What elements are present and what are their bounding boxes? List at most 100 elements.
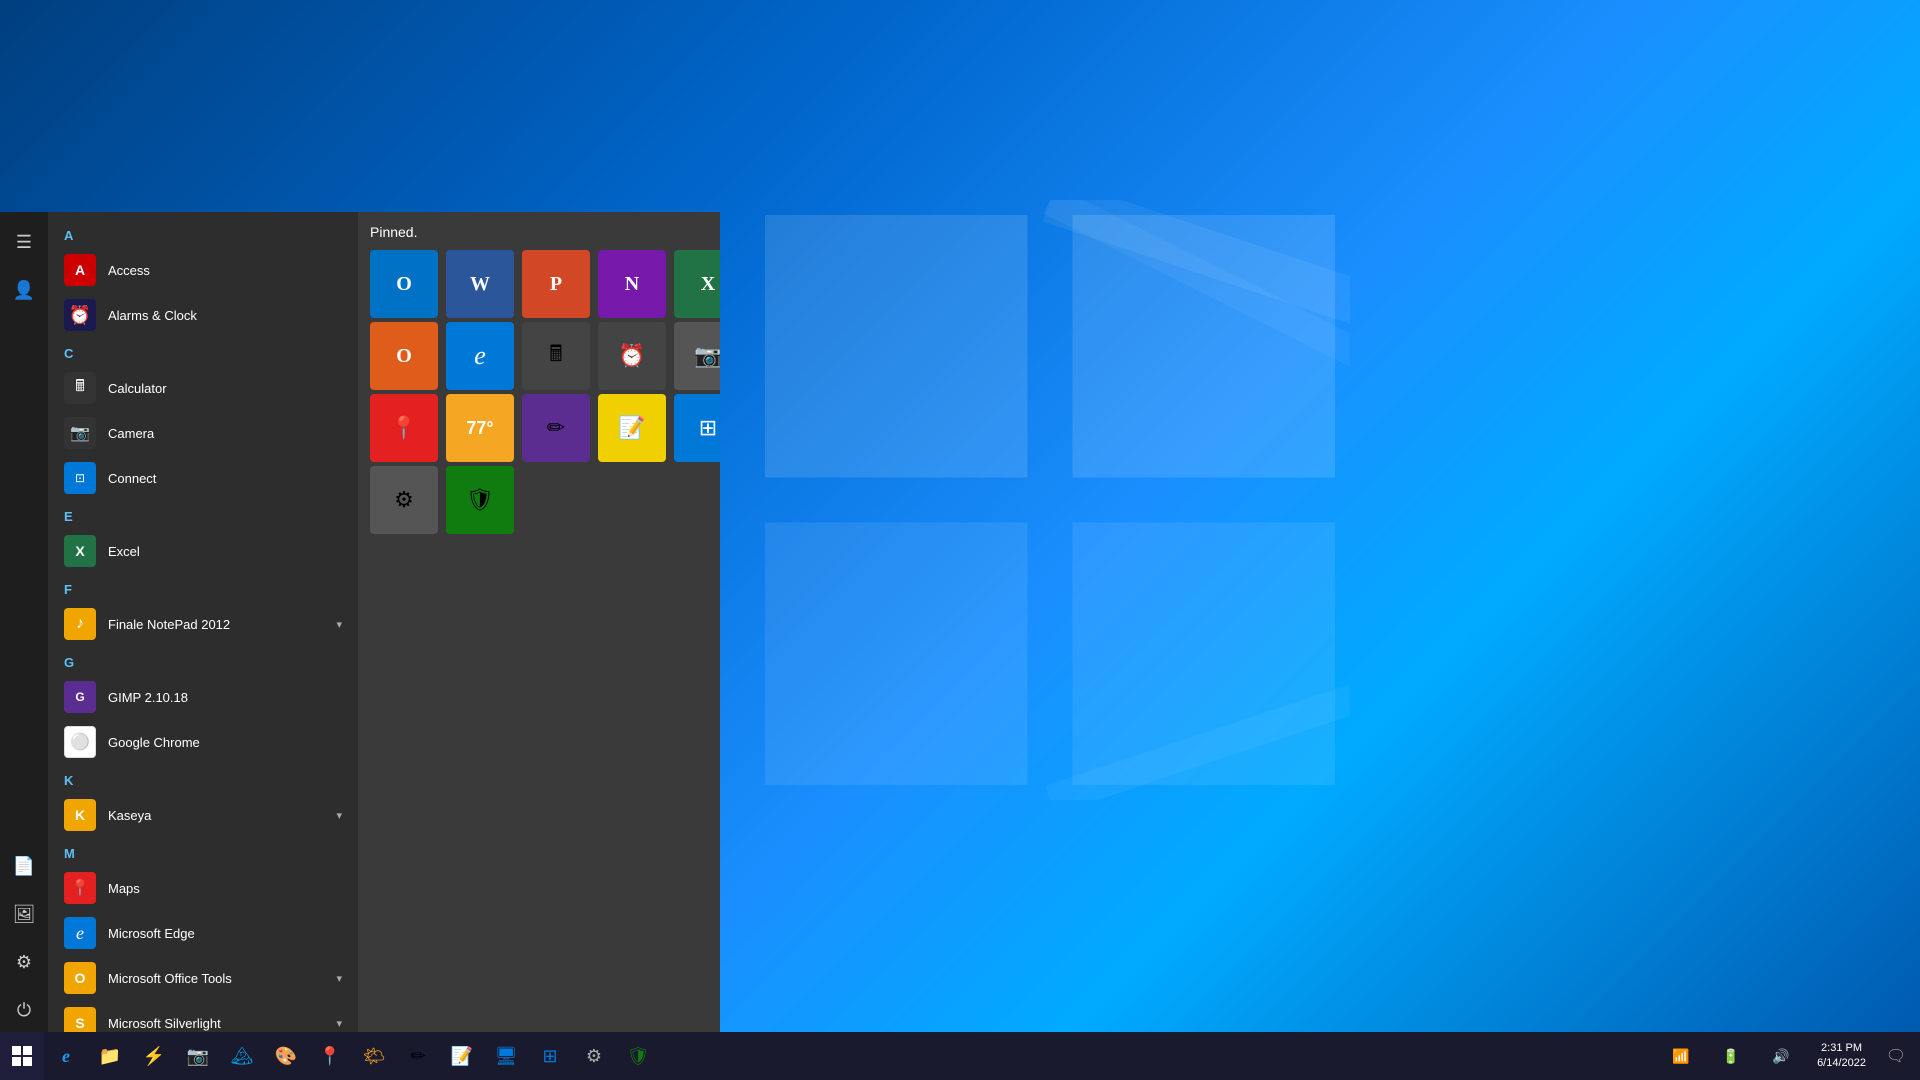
app-item-excel[interactable]: X Excel <box>52 529 354 573</box>
sidebar-strip: ☰ 👤 📄 🖼 ⚙ ⏻ <box>0 212 48 1032</box>
excel-icon: X <box>64 535 96 567</box>
tile-weather[interactable]: 77° <box>446 394 514 462</box>
app-item-gimp[interactable]: G GIMP 2.10.18 <box>52 675 354 719</box>
tile-defender[interactable]: 🛡 <box>446 466 514 534</box>
camera-icon: 📷 <box>64 417 96 449</box>
windows-icon <box>12 1046 32 1066</box>
tile-maps[interactable]: 📍 <box>370 394 438 462</box>
tile-camera[interactable]: 📷 <box>674 322 720 390</box>
app-item-alarms[interactable]: ⏰ Alarms & Clock <box>52 293 354 337</box>
clock-time: 2:31 PM <box>1817 1041 1866 1056</box>
app-item-calculator[interactable]: 🖩 Calculator <box>52 366 354 410</box>
maps-icon: 📍 <box>64 872 96 904</box>
app-item-office-tools[interactable]: O Microsoft Office Tools ▾ <box>52 956 354 1000</box>
maps-label: Maps <box>108 881 140 896</box>
tile-clock[interactable]: ⏰ <box>598 322 666 390</box>
hamburger-button[interactable]: ☰ <box>2 220 46 264</box>
tray-volume-icon[interactable]: 🔊 <box>1759 1032 1803 1080</box>
app-item-maps[interactable]: 📍 Maps <box>52 866 354 910</box>
taskbar-paint-icon[interactable]: 🎨 <box>264 1032 308 1080</box>
app-item-kaseya[interactable]: K Kaseya ▾ <box>52 793 354 837</box>
taskbar-security-icon[interactable]: ⚡ <box>132 1032 176 1080</box>
tile-sketchpad[interactable]: ✏ <box>522 394 590 462</box>
notification-center-icon[interactable]: 🗨 <box>1880 1032 1912 1080</box>
tile-stickynotes[interactable]: 📝 <box>598 394 666 462</box>
office-tools-expand-arrow: ▾ <box>336 972 342 985</box>
section-letter-m: M <box>48 838 358 865</box>
start-menu: ☰ 👤 📄 🖼 ⚙ ⏻ A A Access ⏰ Alarms & Clock … <box>0 212 720 1032</box>
taskbar-file-explorer-icon[interactable]: 📁 <box>88 1032 132 1080</box>
connect-icon: ⊡ <box>64 462 96 494</box>
tile-edge[interactable]: e <box>446 322 514 390</box>
taskbar-sketchpad-icon[interactable]: ✏ <box>396 1032 440 1080</box>
taskbar-settings-icon[interactable]: ⚙ <box>572 1032 616 1080</box>
start-button[interactable] <box>0 1032 44 1080</box>
gimp-icon: G <box>64 681 96 713</box>
tile-store[interactable]: ⊞ <box>674 394 720 462</box>
section-letter-a: A <box>48 220 358 247</box>
taskbar-avast-icon[interactable]: 🌤 <box>352 1032 396 1080</box>
chrome-icon: ⚪ <box>64 726 96 758</box>
tile-word[interactable]: W <box>446 250 514 318</box>
app-item-access[interactable]: A Access <box>52 248 354 292</box>
taskbar-store-icon[interactable]: ⊞ <box>528 1032 572 1080</box>
app-item-finale[interactable]: ♪ Finale NotePad 2012 ▾ <box>52 602 354 646</box>
taskbar-icons: e 📁 ⚡ 📷 🏔 🎨 📍 🌤 ✏ <box>44 1032 1659 1080</box>
camera-label: Camera <box>108 426 154 441</box>
app-item-camera[interactable]: 📷 Camera <box>52 411 354 455</box>
taskbar: e 📁 ⚡ 📷 🏔 🎨 📍 🌤 ✏ <box>0 1032 1920 1080</box>
tile-office[interactable]: O <box>370 322 438 390</box>
tile-settings[interactable]: ⚙ <box>370 466 438 534</box>
calculator-label: Calculator <box>108 381 167 396</box>
alarms-icon: ⏰ <box>64 299 96 331</box>
edge-icon: e <box>64 917 96 949</box>
app-list: A A Access ⏰ Alarms & Clock C 🖩 Calculat… <box>48 212 358 1032</box>
finale-label: Finale NotePad 2012 <box>108 617 230 632</box>
alarms-label: Alarms & Clock <box>108 308 197 323</box>
tile-onenote[interactable]: N <box>598 250 666 318</box>
section-letter-f: F <box>48 574 358 601</box>
app-item-chrome[interactable]: ⚪ Google Chrome <box>52 720 354 764</box>
taskbar-maps-icon[interactable]: 📍 <box>308 1032 352 1080</box>
settings-sidebar-icon[interactable]: ⚙ <box>2 940 46 984</box>
app-item-edge[interactable]: e Microsoft Edge <box>52 911 354 955</box>
pictures-sidebar-icon[interactable]: 🖼 <box>2 892 46 936</box>
tile-calculator[interactable]: 🖩 <box>522 322 590 390</box>
section-letter-c: C <box>48 338 358 365</box>
finale-expand-arrow: ▾ <box>336 618 342 631</box>
taskbar-getstarted-icon[interactable]: 🖥 <box>484 1032 528 1080</box>
silverlight-label: Microsoft Silverlight <box>108 1016 221 1031</box>
app-item-connect[interactable]: ⊡ Connect <box>52 456 354 500</box>
taskbar-defender-icon[interactable]: 🛡 <box>616 1032 660 1080</box>
access-icon: A <box>64 254 96 286</box>
taskbar-photos-icon[interactable]: 🏔 <box>220 1032 264 1080</box>
tile-excel[interactable]: X <box>674 250 720 318</box>
kaseya-label: Kaseya <box>108 808 151 823</box>
taskbar-camera-icon[interactable]: 📷 <box>176 1032 220 1080</box>
documents-sidebar-icon[interactable]: 📄 <box>2 844 46 888</box>
power-sidebar-icon[interactable]: ⏻ <box>2 988 46 1032</box>
system-tray: 📶 🔋 🔊 2:31 PM 6/14/2022 🗨 <box>1659 1032 1920 1080</box>
tray-wifi-icon[interactable]: 📶 <box>1659 1032 1703 1080</box>
gimp-label: GIMP 2.10.18 <box>108 690 188 705</box>
user-avatar[interactable]: 👤 <box>2 268 46 312</box>
taskbar-clock[interactable]: 2:31 PM 6/14/2022 <box>1809 1041 1874 1072</box>
chrome-label: Google Chrome <box>108 735 200 750</box>
pinned-label: Pinned. <box>370 224 708 240</box>
section-letter-g: G <box>48 647 358 674</box>
section-letter-e: E <box>48 501 358 528</box>
app-item-silverlight[interactable]: S Microsoft Silverlight ▾ <box>52 1001 354 1032</box>
silverlight-icon: S <box>64 1007 96 1032</box>
office-tools-icon: O <box>64 962 96 994</box>
office-tools-label: Microsoft Office Tools <box>108 971 232 986</box>
tray-battery-icon[interactable]: 🔋 <box>1709 1032 1753 1080</box>
taskbar-stickynotes-icon[interactable]: 📝 <box>440 1032 484 1080</box>
excel-label: Excel <box>108 544 140 559</box>
tile-powerpoint[interactable]: P <box>522 250 590 318</box>
taskbar-edge-icon[interactable]: e <box>44 1032 88 1080</box>
silverlight-expand-arrow: ▾ <box>336 1017 342 1030</box>
edge-label: Microsoft Edge <box>108 926 195 941</box>
finale-icon: ♪ <box>64 608 96 640</box>
tile-outlook[interactable]: O <box>370 250 438 318</box>
section-letter-k: K <box>48 765 358 792</box>
